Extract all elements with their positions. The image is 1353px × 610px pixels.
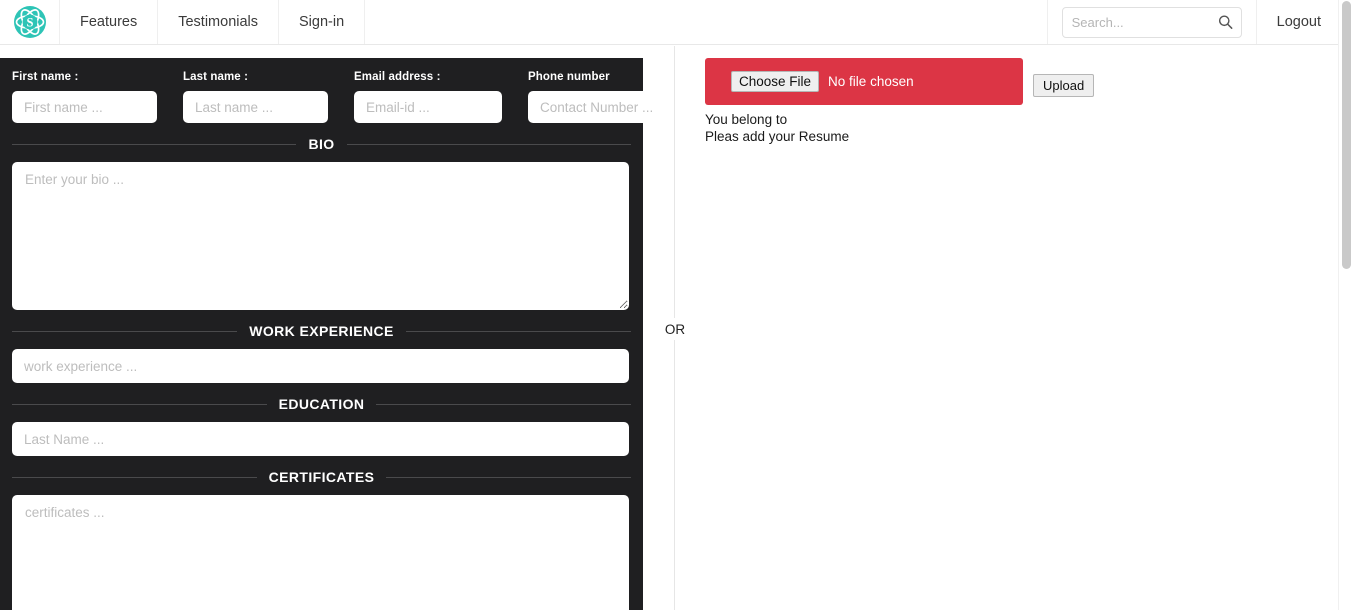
nav-item-signin-label: Sign-in [299, 14, 345, 30]
education-section-title: EDUCATION [278, 396, 365, 412]
rule-left [12, 403, 267, 405]
top-navbar: S Features Testimonials Sign-in Search..… [0, 0, 1341, 45]
work-experience-section-header: WORK EXPERIENCE [12, 323, 631, 339]
nav-item-signin[interactable]: Sign-in [279, 0, 366, 44]
phone-label: Phone number [528, 71, 610, 83]
nav-item-features-label: Features [80, 14, 138, 30]
bio-section-title: BIO [308, 136, 335, 152]
last-name-label: Last name : [183, 71, 249, 83]
nav-item-features[interactable]: Features [60, 0, 159, 44]
search-box[interactable] [1061, 6, 1242, 38]
rule-left [12, 143, 297, 145]
rule-right [386, 476, 631, 478]
upload-button[interactable]: Upload [1033, 74, 1095, 97]
rule-right [346, 143, 631, 145]
navbar-spacer [365, 0, 1048, 44]
phone-field: Phone number [528, 71, 673, 123]
brand-logo[interactable]: S [0, 0, 60, 44]
nav-item-testimonials-label: Testimonials [178, 14, 259, 30]
last-name-input[interactable] [183, 91, 328, 123]
rule-left [12, 330, 238, 332]
email-input[interactable] [354, 91, 502, 123]
logout-button[interactable]: Logout [1257, 0, 1341, 44]
certificates-section-header: CERTIFICATES [12, 469, 631, 485]
search-icon[interactable] [1218, 15, 1233, 30]
education-section-header: EDUCATION [12, 396, 632, 412]
page-root: S Features Testimonials Sign-in Search..… [0, 0, 1353, 610]
certificates-section-title: CERTIFICATES [268, 469, 375, 485]
upload-row: Choose File No file chosen Upload [705, 58, 1325, 105]
navbar-search-area [1048, 0, 1257, 44]
logout-label: Logout [1276, 14, 1321, 30]
resume-note: You belong to Pleas add your Resume [705, 111, 1325, 145]
rule-left [12, 476, 257, 478]
last-name-field: Last name : [183, 71, 328, 123]
work-experience-section-title: WORK EXPERIENCE [249, 323, 394, 339]
page-scrollbar[interactable] [1338, 0, 1353, 610]
work-experience-input[interactable] [12, 349, 629, 383]
or-separator-label: OR [660, 318, 690, 340]
page-scrollbar-thumb[interactable] [1342, 1, 1351, 269]
rule-right [376, 403, 632, 405]
file-status-text: No file chosen [828, 74, 914, 89]
first-name-input[interactable] [12, 91, 157, 123]
rule-right [405, 330, 631, 332]
resume-upload-panel: Choose File No file chosen Upload You be… [705, 58, 1325, 145]
first-name-field: First name : [12, 71, 157, 123]
first-name-label: First name : [12, 71, 79, 83]
name-fields-row: First name : Last name : Email address :… [12, 58, 673, 123]
certificates-textarea[interactable] [12, 495, 629, 610]
resume-note-line2: Pleas add your Resume [705, 129, 850, 144]
svg-text:S: S [26, 16, 33, 30]
profile-form-panel: First name : Last name : Email address :… [0, 58, 673, 610]
phone-input[interactable] [528, 91, 673, 123]
bio-section-header: BIO [12, 136, 631, 152]
nav-item-testimonials[interactable]: Testimonials [158, 0, 280, 44]
resume-note-line1: You belong to [705, 112, 788, 127]
atom-s-logo-icon: S [13, 5, 47, 39]
education-input[interactable] [12, 422, 629, 456]
search-input[interactable] [1062, 7, 1241, 37]
email-field: Email address : [354, 71, 502, 123]
email-label: Email address : [354, 71, 441, 83]
bio-textarea[interactable] [12, 162, 629, 310]
choose-file-button[interactable]: Choose File [731, 71, 820, 92]
resume-file-input[interactable]: Choose File No file chosen [705, 58, 1023, 105]
